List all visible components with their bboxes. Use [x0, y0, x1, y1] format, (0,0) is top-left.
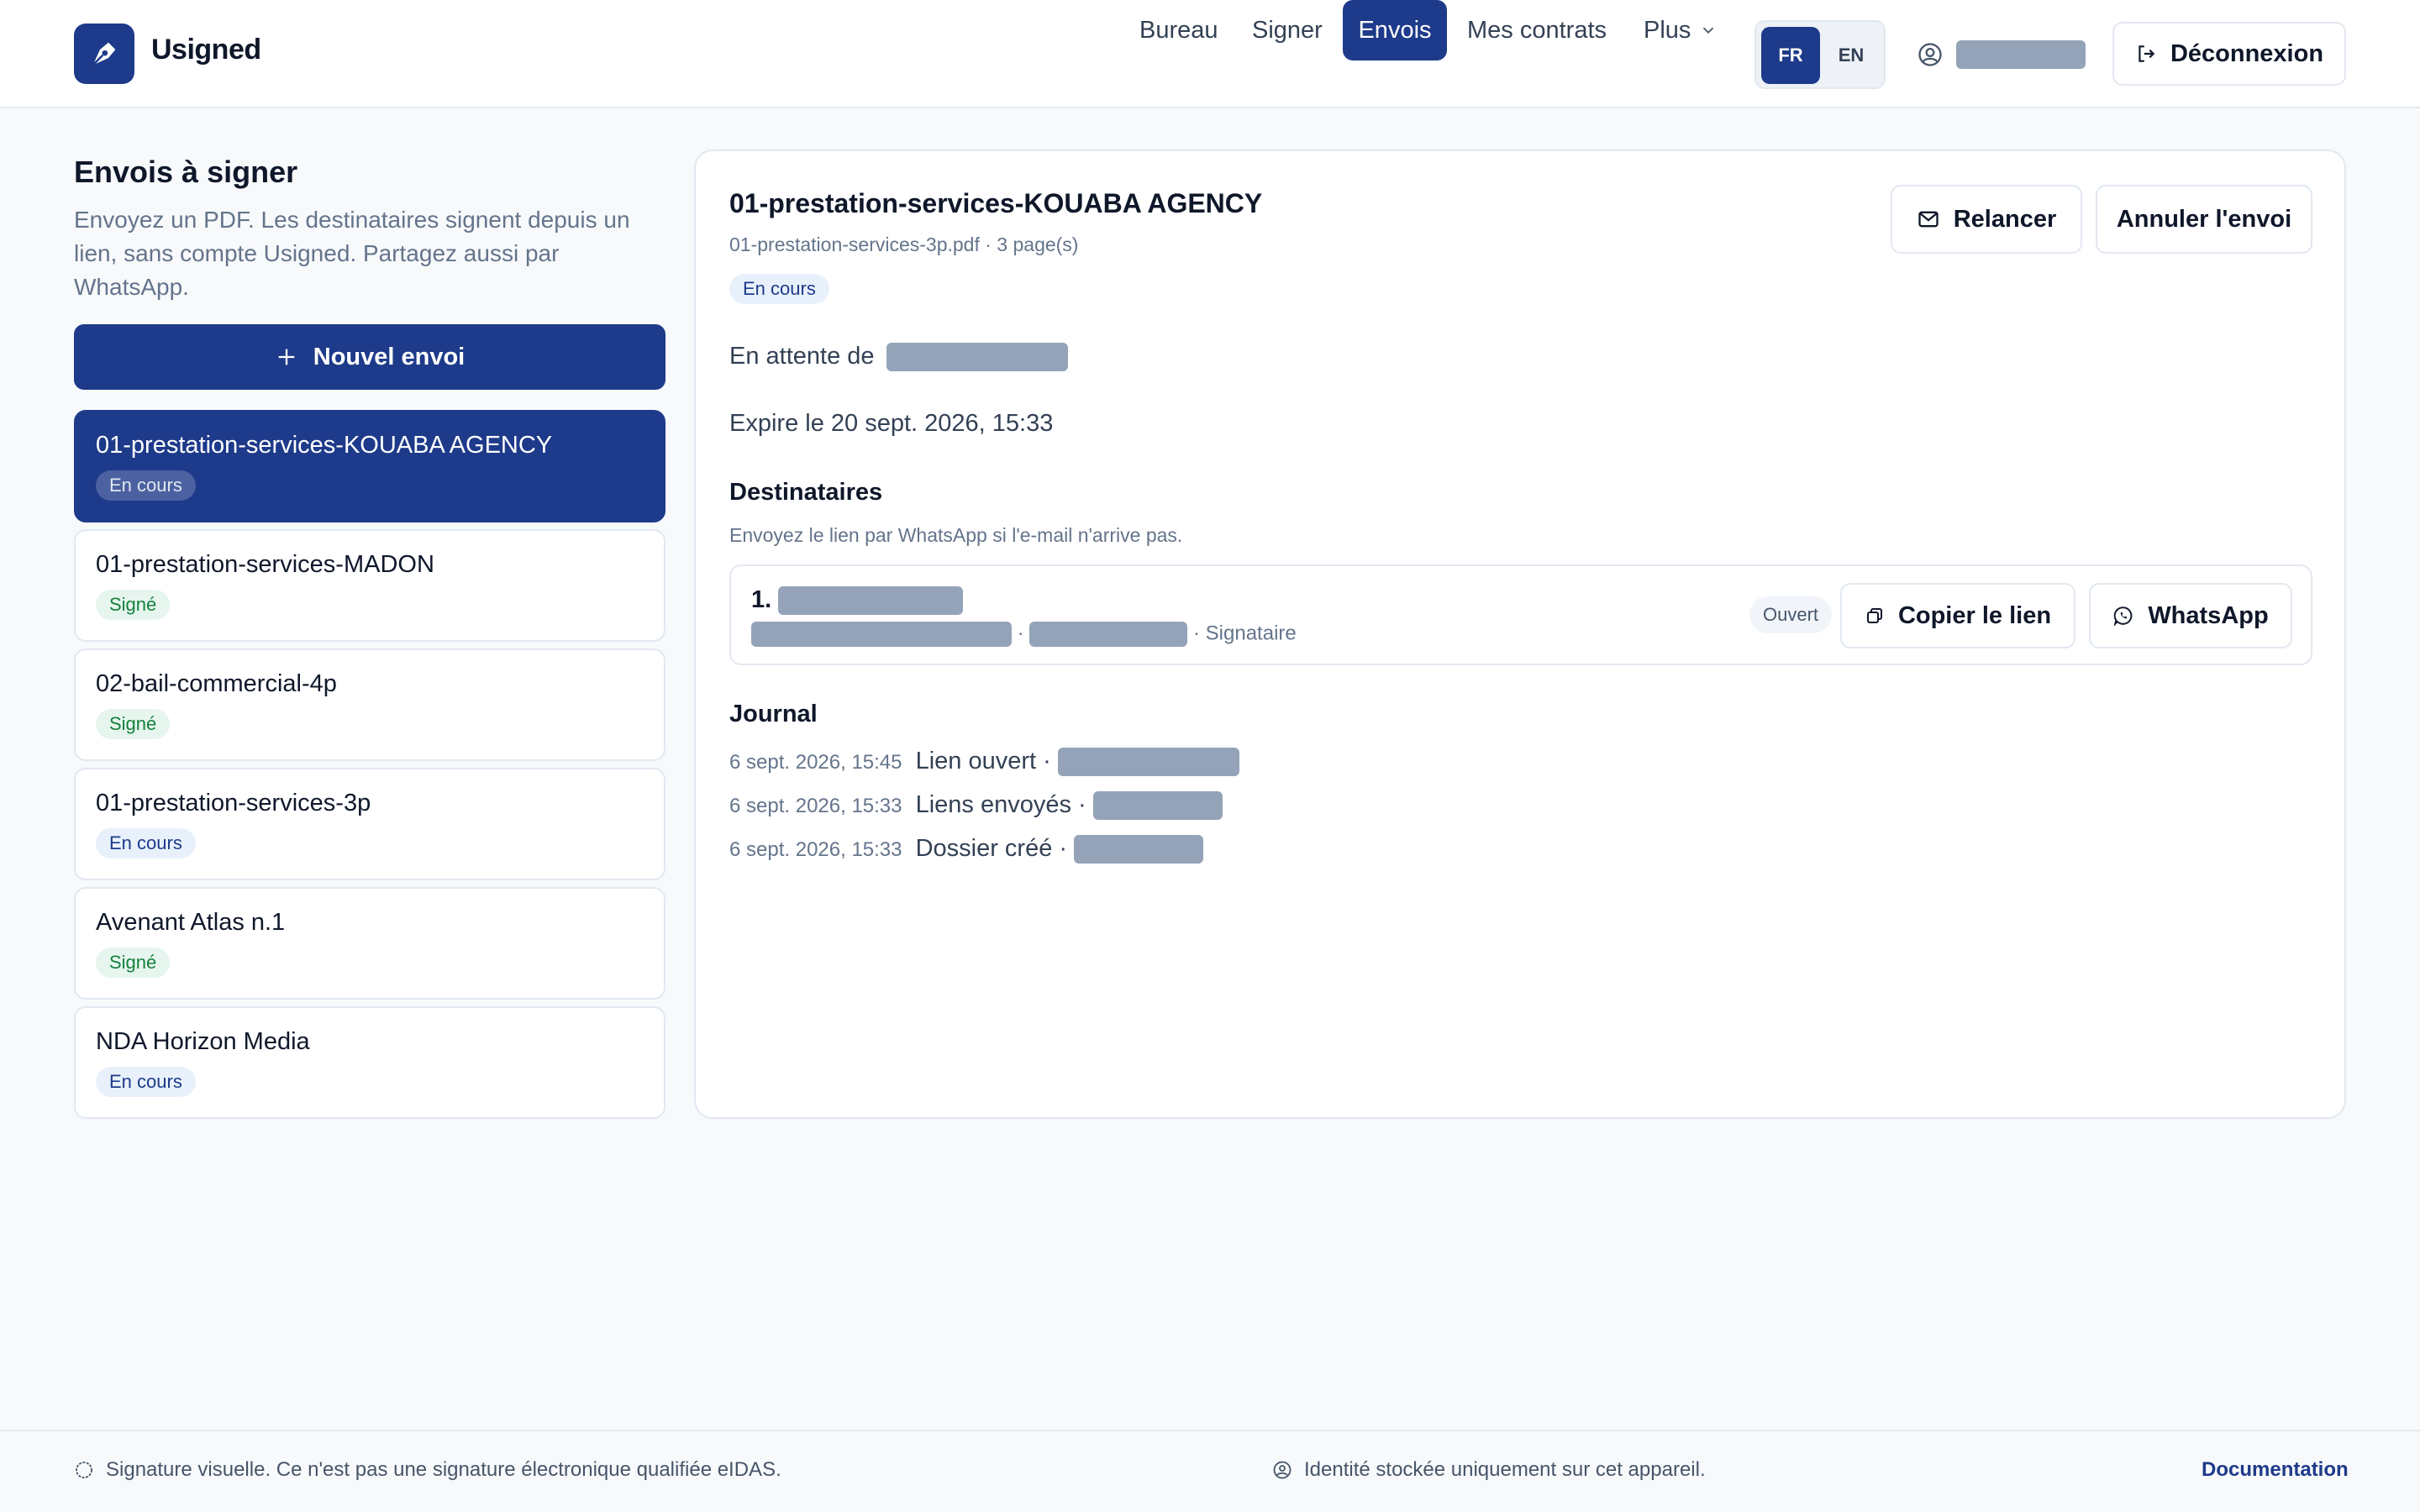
lang-en-button[interactable]: EN: [1822, 27, 1881, 84]
identity-notice: Identité stockée uniquement sur cet appa…: [1272, 1458, 1706, 1482]
recipient-row: 1. · · Signataire Ouvert Copier le lien …: [729, 564, 2312, 665]
copy-link-button[interactable]: Copier le lien: [1840, 583, 2075, 648]
journal-event: Lien ouvert ·: [915, 748, 1051, 774]
nav-envois[interactable]: Envois: [1343, 0, 1447, 60]
separator-dot: ·: [1017, 622, 1024, 645]
envoi-list-item[interactable]: 01-prestation-services-MADON Signé: [74, 529, 666, 642]
logout-label: Déconnexion: [2170, 39, 2324, 67]
pen-nib-icon: [92, 42, 116, 66]
copy-icon: [1866, 608, 1882, 623]
detail-file-info: 01-prestation-services-3p.pdf · 3 page(s…: [729, 234, 1079, 255]
envoi-list-item[interactable]: 01-prestation-services-KOUABA AGENCY En …: [74, 410, 666, 522]
redacted-phone: [1029, 622, 1188, 647]
recipients-hint: Envoyez le lien par WhatsApp si l'e-mail…: [729, 524, 1183, 546]
journal-timestamp: 6 sept. 2026, 15:33: [729, 795, 902, 817]
journal-entry: 6 sept. 2026, 15:33 Liens envoyés ·: [729, 791, 1223, 821]
status-badge: En cours: [96, 828, 196, 858]
nav-plus-label: Plus: [1644, 17, 1691, 44]
cancel-envoi-button[interactable]: Annuler l'envoi: [2096, 185, 2312, 254]
copy-link-label: Copier le lien: [1897, 601, 2052, 629]
journal-entry: 6 sept. 2026, 15:33 Dossier créé ·: [729, 835, 1204, 864]
recipient-details: · · Signataire: [751, 622, 1297, 647]
journal-entry: 6 sept. 2026, 15:45 Lien ouvert ·: [729, 748, 1239, 777]
envoi-list-item[interactable]: 02-bail-commercial-4p Signé: [74, 648, 666, 761]
redacted-actor: [1057, 748, 1239, 777]
logout-icon: [2139, 45, 2155, 62]
chevron-down-icon: [1703, 27, 1714, 34]
sidebar-description: Envoyez un PDF. Les destinataires signen…: [74, 207, 630, 300]
new-envoi-button[interactable]: Nouvel envoi: [74, 324, 666, 390]
language-switcher: FR EN: [1754, 20, 1886, 89]
waiting-for: En attente de: [729, 343, 1068, 372]
recipient-index: 1.: [751, 586, 772, 613]
relancer-label: Relancer: [1953, 205, 2057, 233]
whatsapp-button[interactable]: WhatsApp: [2089, 583, 2292, 648]
identity-notice-text: Identité stockée uniquement sur cet appa…: [1304, 1458, 1706, 1481]
envoi-name: 01-prestation-services-3p: [96, 790, 371, 816]
redacted-actor: [1074, 835, 1204, 864]
mail-icon: [1918, 211, 1939, 228]
envoi-name: Avenant Atlas n.1: [96, 909, 286, 936]
envoi-name: NDA Horizon Media: [96, 1028, 310, 1055]
waiting-label: En attente de: [729, 343, 875, 370]
nav-signer[interactable]: Signer: [1252, 0, 1323, 60]
nav-plus[interactable]: Plus: [1644, 0, 1718, 60]
logout-button[interactable]: Déconnexion: [2112, 22, 2346, 86]
status-badge: Signé: [96, 948, 171, 978]
journal-heading: Journal: [729, 701, 818, 727]
status-badge: En cours: [96, 470, 196, 501]
logo[interactable]: [74, 24, 134, 84]
envoi-list-item[interactable]: 01-prestation-services-3p En cours: [74, 768, 666, 880]
plus-icon: [278, 349, 295, 365]
status-badge: En cours: [96, 1067, 196, 1097]
redacted-recipient-name: [778, 586, 964, 616]
sidebar-title: Envois à signer: [74, 155, 298, 189]
redacted-email: [751, 622, 1012, 647]
recipient-name: 1.: [751, 586, 964, 616]
redacted-name: [886, 343, 1068, 372]
nav-mes-contrats[interactable]: Mes contrats: [1467, 0, 1607, 60]
whatsapp-icon: [2113, 606, 2133, 627]
brand-name: Usigned: [151, 34, 261, 66]
envoi-list-item[interactable]: Avenant Atlas n.1 Signé: [74, 887, 666, 1000]
eidas-notice-text: Signature visuelle. Ce n'est pas une sig…: [106, 1458, 781, 1481]
relancer-button[interactable]: Relancer: [1891, 185, 2082, 254]
detail-title: 01-prestation-services-KOUABA AGENCY: [729, 188, 1263, 218]
recipient-role: · Signataire: [1193, 622, 1297, 645]
recipients-heading: Destinataires: [729, 479, 883, 506]
user-circle-icon: [1918, 43, 1942, 66]
envoi-list-item[interactable]: NDA Horizon Media En cours: [74, 1006, 666, 1119]
journal-event: Liens envoyés ·: [915, 791, 1086, 818]
whatsapp-label: WhatsApp: [2148, 601, 2269, 629]
expiry-date: Expire le 20 sept. 2026, 15:33: [729, 410, 1054, 437]
nav-bureau[interactable]: Bureau: [1139, 0, 1218, 60]
new-envoi-label: Nouvel envoi: [313, 343, 466, 370]
journal-timestamp: 6 sept. 2026, 15:45: [729, 751, 902, 774]
envoi-detail-panel: 01-prestation-services-KOUABA AGENCY 01-…: [694, 150, 2346, 1119]
journal-event: Dossier créé ·: [915, 835, 1068, 862]
redacted-username: [1956, 40, 2086, 69]
detail-status-badge: En cours: [729, 274, 829, 304]
lang-fr-button[interactable]: FR: [1761, 27, 1820, 84]
envoi-name: 01-prestation-services-KOUABA AGENCY: [96, 432, 553, 459]
circle-icon: [76, 1462, 92, 1478]
eidas-notice: Signature visuelle. Ce n'est pas une sig…: [74, 1458, 781, 1482]
user-circle-icon: [1273, 1461, 1292, 1479]
envoi-name: 01-prestation-services-MADON: [96, 551, 434, 578]
documentation-link[interactable]: Documentation: [2202, 1458, 2349, 1482]
envoi-name: 02-bail-commercial-4p: [96, 670, 337, 697]
status-badge: Signé: [96, 709, 171, 739]
recipient-status-badge: Ouvert: [1749, 596, 1833, 633]
journal-timestamp: 6 sept. 2026, 15:33: [729, 838, 902, 861]
redacted-actor: [1092, 791, 1223, 821]
status-badge: Signé: [96, 590, 171, 620]
top-bar: Usigned Bureau Signer Envois Mes contrat…: [0, 0, 2420, 108]
footer: Signature visuelle. Ce n'est pas une sig…: [0, 1430, 2420, 1512]
